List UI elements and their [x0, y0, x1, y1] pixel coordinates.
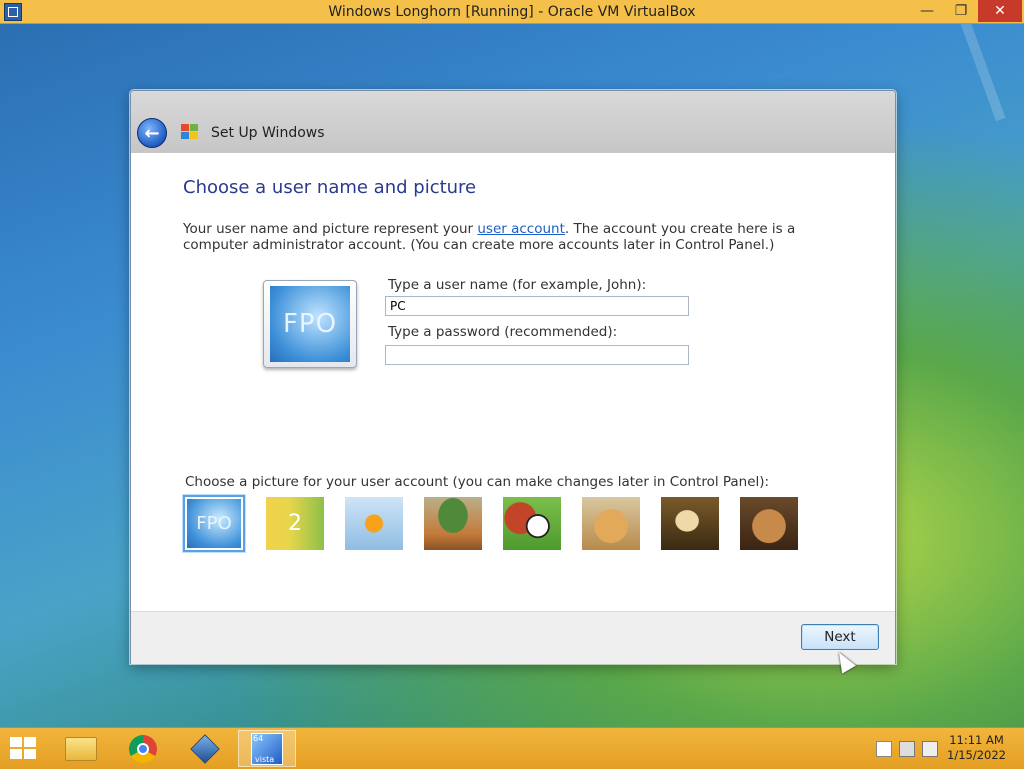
volume-muted-icon[interactable] [922, 741, 938, 757]
password-input[interactable] [385, 345, 689, 365]
page-heading: Choose a user name and picture [183, 177, 477, 198]
user-account-link[interactable]: user account [477, 221, 565, 237]
description-text: Your user name and picture represent you… [183, 221, 478, 237]
chrome-button[interactable] [114, 730, 172, 767]
password-label: Type a password (recommended): [388, 324, 618, 340]
username-label: Type a user name (for example, John): [388, 277, 647, 293]
system-clock[interactable]: 11:11 AM 1/15/2022 [947, 733, 1006, 763]
minimize-button[interactable]: — [910, 0, 944, 22]
dialog-footer [131, 611, 895, 664]
file-explorer-button[interactable] [52, 730, 110, 767]
username-input[interactable] [385, 296, 689, 316]
picture-kitten[interactable] [738, 495, 800, 552]
clock-date: 1/15/2022 [947, 748, 1006, 762]
start-button[interactable] [10, 737, 38, 761]
picture-sports-balls[interactable] [501, 495, 563, 552]
picture-number-2[interactable]: 2 [264, 495, 326, 552]
vista-vm-icon: 64 vista [251, 732, 283, 765]
host-window-title: Windows Longhorn [Running] - Oracle VM V… [328, 3, 696, 20]
chrome-icon [129, 734, 157, 763]
close-button[interactable]: ✕ [978, 0, 1022, 22]
virtualbox-manager-button[interactable] [176, 730, 234, 767]
picture-bonsai[interactable] [422, 495, 484, 552]
host-taskbar: 64 vista [0, 727, 1024, 769]
dialog-header: ← Set Up Windows [131, 91, 895, 153]
back-arrow-icon: ← [144, 122, 160, 144]
action-center-icon[interactable] [876, 741, 892, 757]
user-picture-image: FPO [270, 286, 350, 362]
clock-time: 11:11 AM [949, 733, 1004, 747]
folder-icon [65, 736, 97, 761]
restore-button[interactable]: ❐ [944, 0, 978, 22]
virtualbox-icon [4, 3, 22, 21]
windows-logo-icon [181, 124, 199, 140]
virtualbox-cube-icon [190, 733, 220, 764]
choose-picture-label: Choose a picture for your user account (… [185, 474, 770, 490]
picture-chess[interactable] [659, 495, 721, 552]
dialog-title: Set Up Windows [211, 125, 325, 141]
picture-fpo[interactable]: FPO [183, 495, 245, 552]
picture-dog[interactable] [580, 495, 642, 552]
back-arrow-button[interactable]: ← [137, 118, 167, 148]
setup-dialog: ← Set Up Windows Choose a user name and … [130, 90, 896, 664]
network-icon[interactable] [899, 741, 915, 757]
picture-goldfish[interactable] [343, 495, 405, 552]
vm-badge: 64 [253, 733, 264, 743]
host-title-bar: Windows Longhorn [Running] - Oracle VM V… [0, 0, 1024, 24]
next-button[interactable]: Next [801, 624, 879, 650]
selected-user-picture: FPO [263, 280, 357, 368]
vista-vm-button[interactable]: 64 vista [238, 730, 296, 767]
vm-label: vista [255, 754, 275, 764]
description: Your user name and picture represent you… [183, 221, 863, 253]
